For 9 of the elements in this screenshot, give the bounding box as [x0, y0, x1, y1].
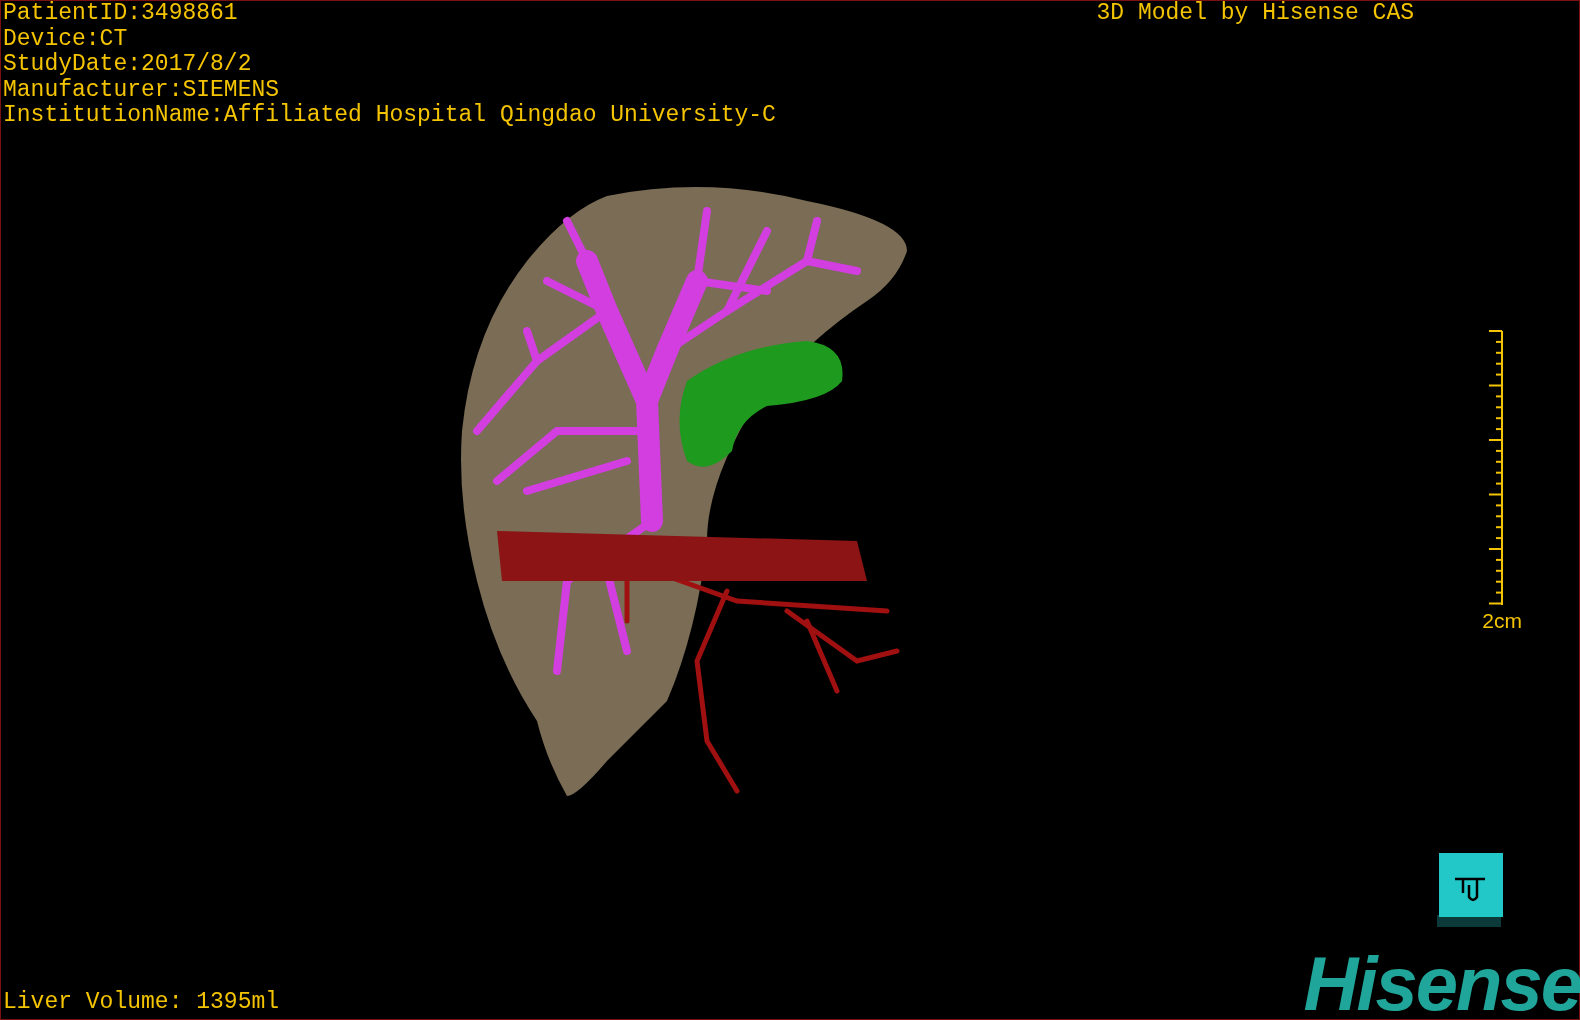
patient-info-line: PatientID:3498861: [3, 1, 239, 27]
orientation-cube-icon[interactable]: [1437, 853, 1503, 929]
model-title: 3D Model by Hisense CAS: [1096, 1, 1414, 27]
liver-volume-text: Liver Volume: 1395ml: [2, 989, 280, 1015]
patient-info-line: Manufacturer:SIEMENS: [3, 77, 281, 103]
patient-info-line: StudyDate:2017/8/2: [3, 52, 253, 78]
patient-info-line: Device:CT: [3, 26, 129, 52]
scale-label: 2cm: [1482, 609, 1522, 632]
patient-info-line: InstitutionName:Affiliated Hospital Qingdao University-C: [3, 103, 776, 129]
